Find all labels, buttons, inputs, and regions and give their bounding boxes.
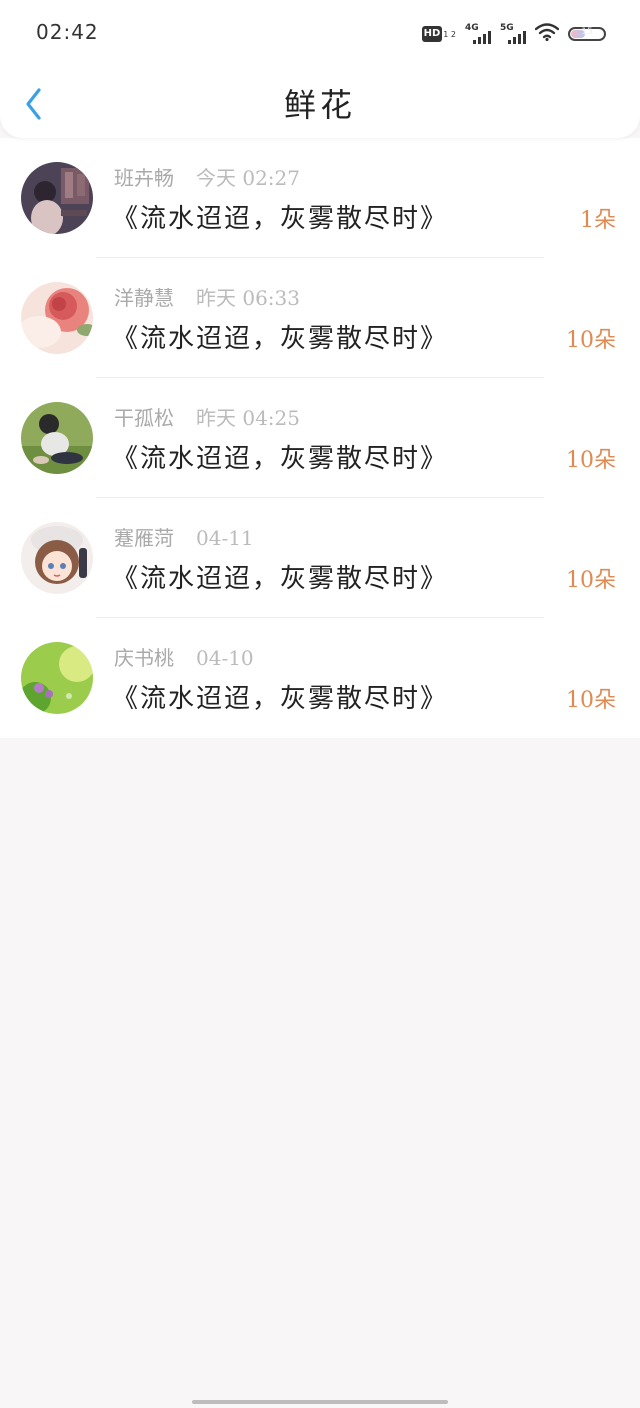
item-meta: 蹇雁菏 04-11 [114,522,254,551]
item-date: 04-10 [196,646,254,670]
item-name: 庆书桃 [114,646,174,670]
item-meta: 庆书桃 04-10 [114,642,254,671]
status-bar: 02:42 HD 1 2 4G 5G 15 [0,0,640,64]
status-icons: HD 1 2 4G 5G 15 [421,22,606,46]
item-count: 10朵 [566,688,616,713]
item-meta: 班卉畅 今天 02:27 [114,162,300,191]
item-message: 《流水迢迢，灰雾散尽时》 [112,684,449,714]
nav-bar: 鲜花 [0,64,640,138]
item-message: 《流水迢迢，灰雾散尽时》 [112,564,449,594]
list-item[interactable]: 干孤松 昨天 04:25 《流水迢迢，灰雾散尽时》 10朵 [0,378,640,498]
page-title: 鲜花 [283,86,356,124]
battery-icon: 15 [568,27,606,41]
item-count: 10朵 [566,328,616,353]
avatar [21,282,93,354]
signal-5g-icon: 5G [500,23,526,44]
signal-4g-icon: 4G [465,23,491,44]
item-date: 昨天 06:33 [196,286,300,310]
home-indicator[interactable] [192,1400,448,1404]
item-date: 昨天 04:25 [196,406,300,430]
item-meta: 洋静慧 昨天 06:33 [114,282,300,311]
list-item[interactable]: 班卉畅 今天 02:27 《流水迢迢，灰雾散尽时》 1朵 [0,138,640,258]
item-name: 蹇雁菏 [114,526,174,550]
item-date: 04-11 [196,526,254,550]
item-name: 班卉畅 [114,166,174,190]
avatar [21,162,93,234]
list-item[interactable]: 蹇雁菏 04-11 《流水迢迢，灰雾散尽时》 10朵 [0,498,640,618]
wifi-icon [534,23,560,45]
list-item[interactable]: 洋静慧 昨天 06:33 《流水迢迢，灰雾散尽时》 10朵 [0,258,640,378]
item-name: 干孤松 [114,406,174,430]
status-time: 02:42 [36,20,99,44]
item-count: 1朵 [580,208,616,233]
item-message: 《流水迢迢，灰雾散尽时》 [112,444,449,474]
item-meta: 干孤松 昨天 04:25 [114,402,300,431]
item-date: 今天 02:27 [196,166,300,190]
header: 02:42 HD 1 2 4G 5G 15 鲜花 [0,0,640,138]
list-item[interactable]: 庆书桃 04-10 《流水迢迢，灰雾散尽时》 10朵 [0,618,640,738]
avatar [21,642,93,714]
item-message: 《流水迢迢，灰雾散尽时》 [112,324,449,354]
flower-list: 班卉畅 今天 02:27 《流水迢迢，灰雾散尽时》 1朵 洋静慧 昨天 06:33 … [0,138,640,738]
item-count: 10朵 [566,448,616,473]
item-name: 洋静慧 [114,286,174,310]
avatar [21,402,93,474]
avatar [21,522,93,594]
hd-icon: HD 1 2 [421,26,456,42]
item-message: 《流水迢迢，灰雾散尽时》 [112,204,449,234]
item-count: 10朵 [566,568,616,593]
